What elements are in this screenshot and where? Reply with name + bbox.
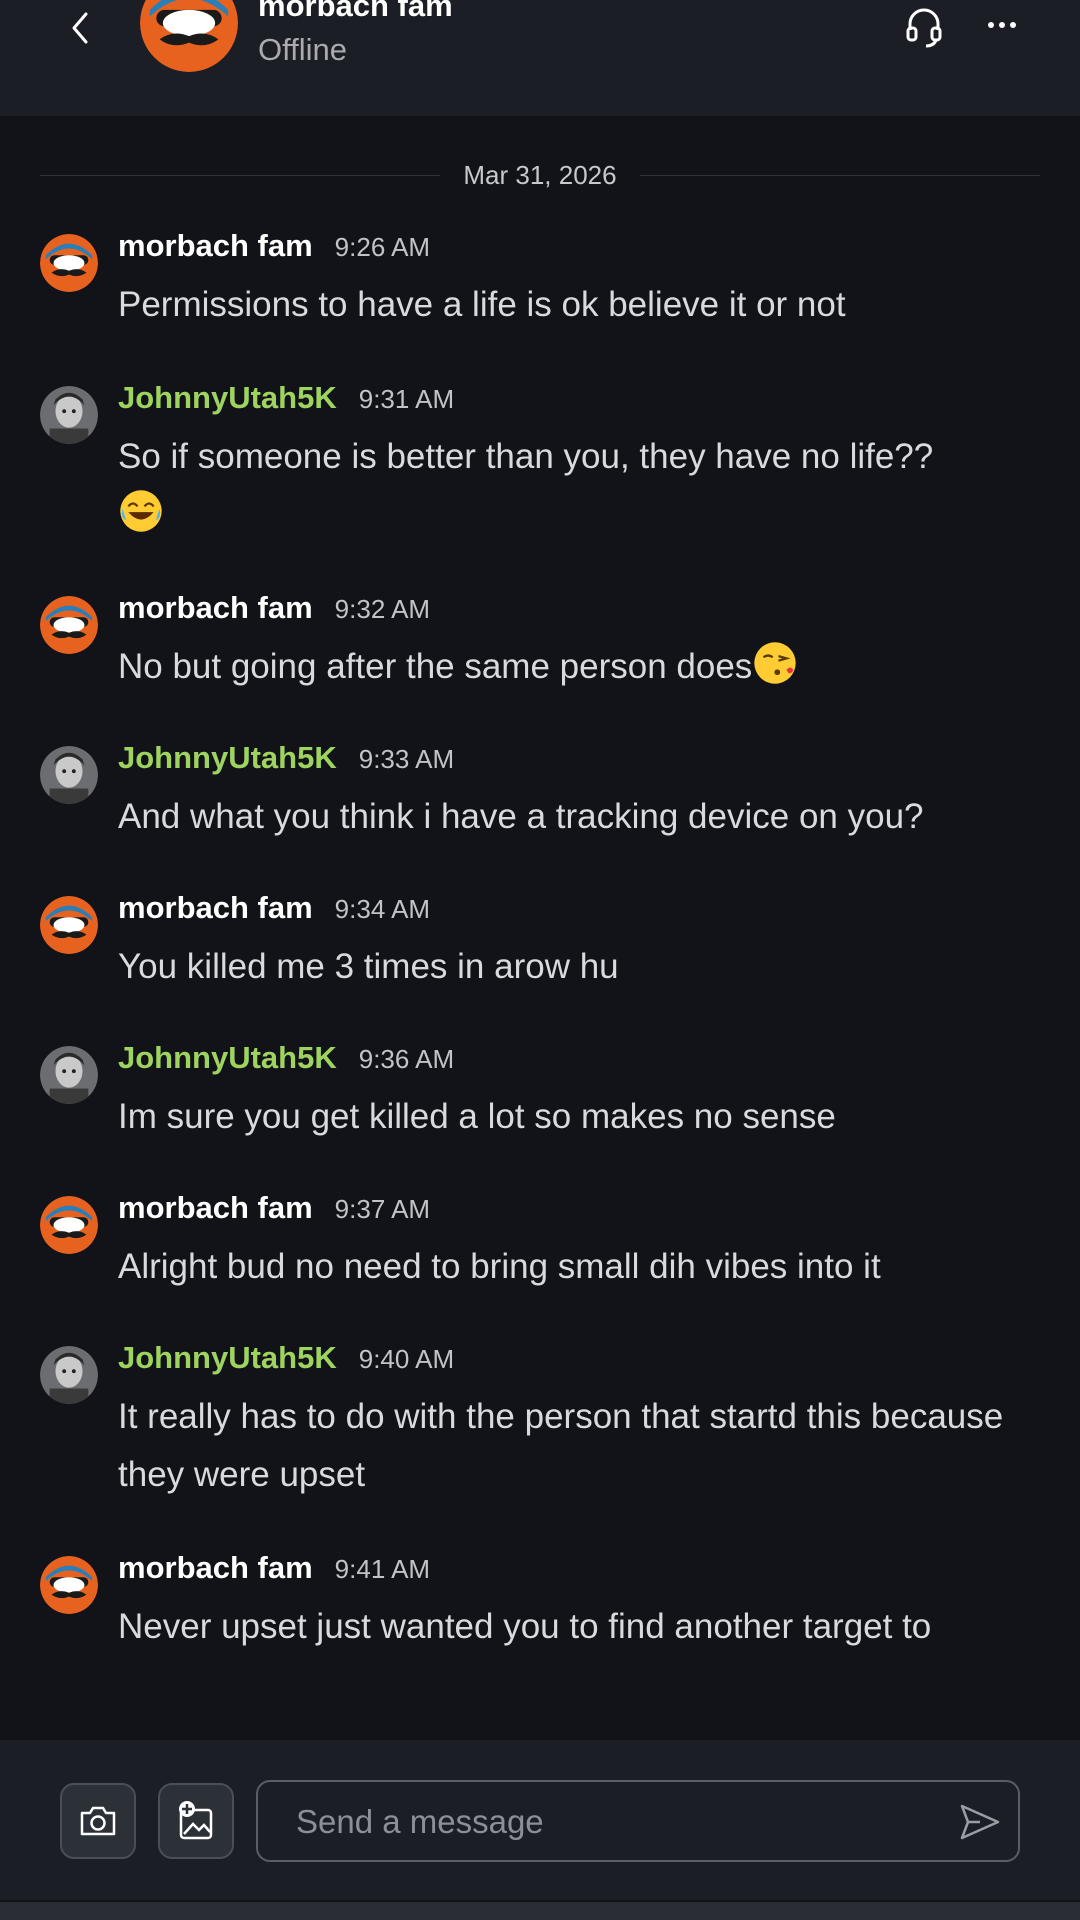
back-button[interactable] [60,8,100,48]
message-text: And what you think i have a tracking dev… [118,797,924,836]
message-text: Never upset just wanted you to find anot… [118,1607,932,1646]
message-author[interactable]: morbach fam [118,890,313,926]
message-time: 9:26 AM [334,232,431,262]
message-author[interactable]: morbach fam [118,228,313,264]
message-time: 9:33 AM [358,744,455,774]
message-item[interactable]: JohnnyUtah5K 9:36 AM Im sure you get kil… [0,1040,1080,1146]
message-item[interactable]: JohnnyUtah5K 9:40 AM It really has to do… [0,1340,1080,1504]
avatar[interactable] [40,1196,98,1254]
message-item[interactable]: JohnnyUtah5K 9:31 AM So if someone is be… [0,380,1080,544]
message-item[interactable]: morbach fam 9:32 AM No but going after t… [0,590,1080,696]
contact-name[interactable]: morbach fam [258,0,453,24]
message-input-wrapper [256,1780,1020,1862]
message-time: 9:41 AM [334,1554,431,1584]
message-time: 9:40 AM [358,1344,455,1374]
message-author[interactable]: morbach fam [118,590,313,626]
headset-button[interactable] [904,6,944,50]
message-text: So if someone is better than you, they h… [118,437,934,476]
message-author[interactable]: JohnnyUtah5K [118,740,337,776]
message-time: 9:32 AM [334,594,431,624]
message-item[interactable]: morbach fam 9:26 AM Permissions to have … [0,228,1080,334]
date-divider: Mar 31, 2026 [40,158,1040,194]
headset-icon [906,8,942,48]
avatar[interactable] [40,596,98,654]
camera-button[interactable] [60,1783,136,1859]
message-text: No but going after the same person does [118,647,753,686]
message-text: Im sure you get killed a lot so makes no… [118,1097,836,1136]
send-icon [960,1804,1000,1840]
avatar[interactable] [40,234,98,292]
message-list[interactable]: morbach fam 9:26 AM Permissions to have … [0,228,1080,1738]
message-author[interactable]: JohnnyUtah5K [118,380,337,416]
message-time: 9:36 AM [358,1044,455,1074]
message-composer [0,1740,1080,1920]
message-input[interactable] [294,1782,898,1862]
send-button[interactable] [958,1800,1002,1844]
contact-avatar[interactable] [140,0,238,72]
message-item[interactable]: morbach fam 9:41 AM Never upset just wan… [0,1550,1080,1656]
contact-status: Offline [258,32,348,67]
message-item[interactable]: morbach fam 9:37 AM Alright bud no need … [0,1190,1080,1296]
kiss-emoji-icon [754,642,796,684]
message-text: It really has to do with the person that… [118,1397,1004,1494]
message-author[interactable]: morbach fam [118,1190,313,1226]
avatar[interactable] [40,1556,98,1614]
message-text: Permissions to have a life is ok believe… [118,285,846,324]
add-image-button[interactable] [158,1783,234,1859]
more-options-button[interactable] [982,10,1022,40]
message-author[interactable]: morbach fam [118,1550,313,1586]
avatar[interactable] [40,1346,98,1404]
message-text: Alright bud no need to bring small dih v… [118,1247,881,1286]
avatar[interactable] [40,746,98,804]
message-time: 9:37 AM [334,1194,431,1224]
message-author[interactable]: JohnnyUtah5K [118,1040,337,1076]
avatar[interactable] [40,896,98,954]
laughing-emoji-icon [120,490,162,532]
message-time: 9:34 AM [334,894,431,924]
message-time: 9:31 AM [358,384,455,414]
message-text: You killed me 3 times in arow hu [118,947,619,986]
message-author[interactable]: JohnnyUtah5K [118,1340,337,1376]
more-dots-icon [988,22,994,28]
camera-icon [80,1806,116,1836]
chat-header: morbach fam Offline [0,0,1080,116]
add-image-icon [179,1801,213,1840]
message-item[interactable]: JohnnyUtah5K 9:33 AM And what you think … [0,740,1080,846]
message-item[interactable]: morbach fam 9:34 AM You killed me 3 time… [0,890,1080,996]
avatar[interactable] [40,1046,98,1104]
back-chevron-icon [72,12,88,44]
avatar[interactable] [40,386,98,444]
